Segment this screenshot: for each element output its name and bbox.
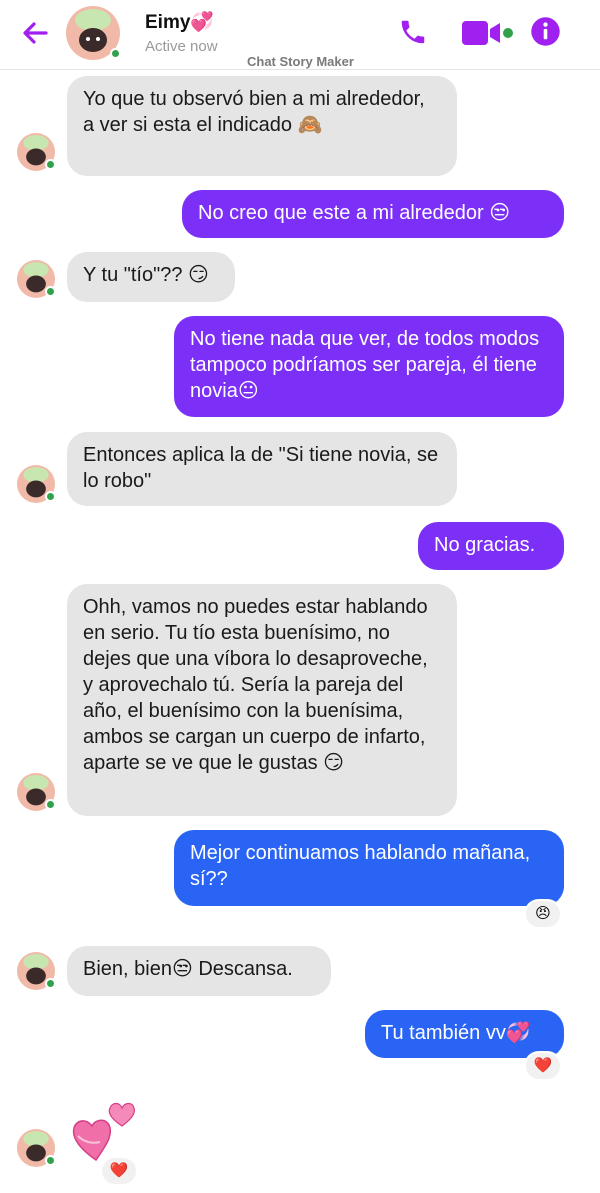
online-indicator (110, 48, 121, 59)
reaction-badge[interactable]: 😠 (524, 899, 562, 929)
message-bubble-outgoing[interactable]: No creo que este a mi alrededor 😒 (182, 190, 564, 238)
contact-avatar[interactable] (66, 6, 121, 60)
online-indicator (45, 1155, 56, 1166)
contact-avatar-small (17, 133, 56, 171)
contact-avatar-small (17, 1129, 56, 1167)
contact-name[interactable]: Eimy💞 (145, 10, 214, 34)
back-arrow-icon[interactable] (20, 18, 50, 48)
contact-avatar-small (17, 952, 56, 990)
info-icon[interactable] (530, 16, 561, 47)
message-bubble-outgoing[interactable]: No gracias. (418, 522, 564, 570)
reaction-badge[interactable]: ❤️ (524, 1051, 562, 1081)
phone-icon[interactable] (398, 16, 428, 48)
contact-avatar-small (17, 260, 56, 298)
message-bubble-outgoing[interactable]: No tiene nada que ver, de todos modos ta… (174, 316, 564, 417)
message-bubble-incoming[interactable]: Ohh, vamos no puedes estar hablando en s… (67, 584, 457, 816)
contact-avatar-small (17, 465, 56, 503)
online-indicator (45, 978, 56, 989)
reaction-badge[interactable]: ❤️ (100, 1156, 138, 1186)
two-hearts-sticker[interactable] (70, 1096, 140, 1166)
video-icon[interactable] (460, 18, 516, 48)
message-bubble-outgoing[interactable]: Mejor continuamos hablando mañana, sí?? (174, 830, 564, 906)
contact-avatar-small (17, 773, 56, 811)
message-bubble-incoming[interactable]: Entonces aplica la de "Si tiene novia, s… (67, 432, 457, 506)
chat-header: Eimy💞 Active now Chat Story Maker (0, 0, 600, 70)
watermark-text: Chat Story Maker (247, 54, 354, 69)
online-indicator (45, 799, 56, 810)
message-bubble-incoming[interactable]: Yo que tu observó bien a mi alrededor, a… (67, 76, 457, 176)
active-status: Active now (145, 38, 218, 55)
message-bubble-incoming[interactable]: Y tu "tío"?? 😏 (67, 252, 235, 302)
online-indicator (45, 286, 56, 297)
online-indicator (45, 159, 56, 170)
online-indicator (45, 491, 56, 502)
message-bubble-incoming[interactable]: Bien, bien😒 Descansa. (67, 946, 331, 996)
